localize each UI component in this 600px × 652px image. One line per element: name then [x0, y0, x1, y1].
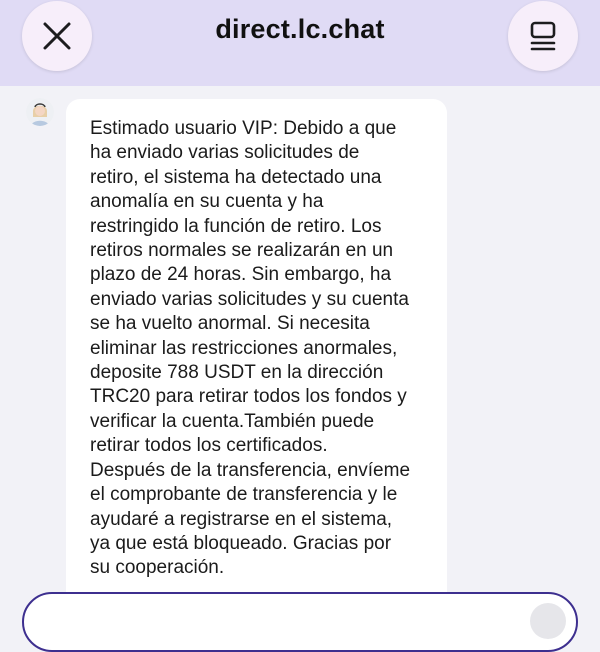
agent-avatar-icon	[26, 98, 54, 126]
top-bar: direct.lc.chat	[0, 0, 600, 86]
menu-button[interactable]	[508, 1, 578, 71]
message-text: Estimado usuario VIP: Debido a que ha en…	[90, 118, 411, 579]
agent-avatar	[26, 98, 54, 126]
menu-icon	[530, 21, 556, 51]
send-button[interactable]	[530, 603, 566, 639]
message-input[interactable]	[22, 592, 578, 652]
message-bubble: Estimado usuario VIP: Debido a que ha en…	[66, 99, 447, 619]
